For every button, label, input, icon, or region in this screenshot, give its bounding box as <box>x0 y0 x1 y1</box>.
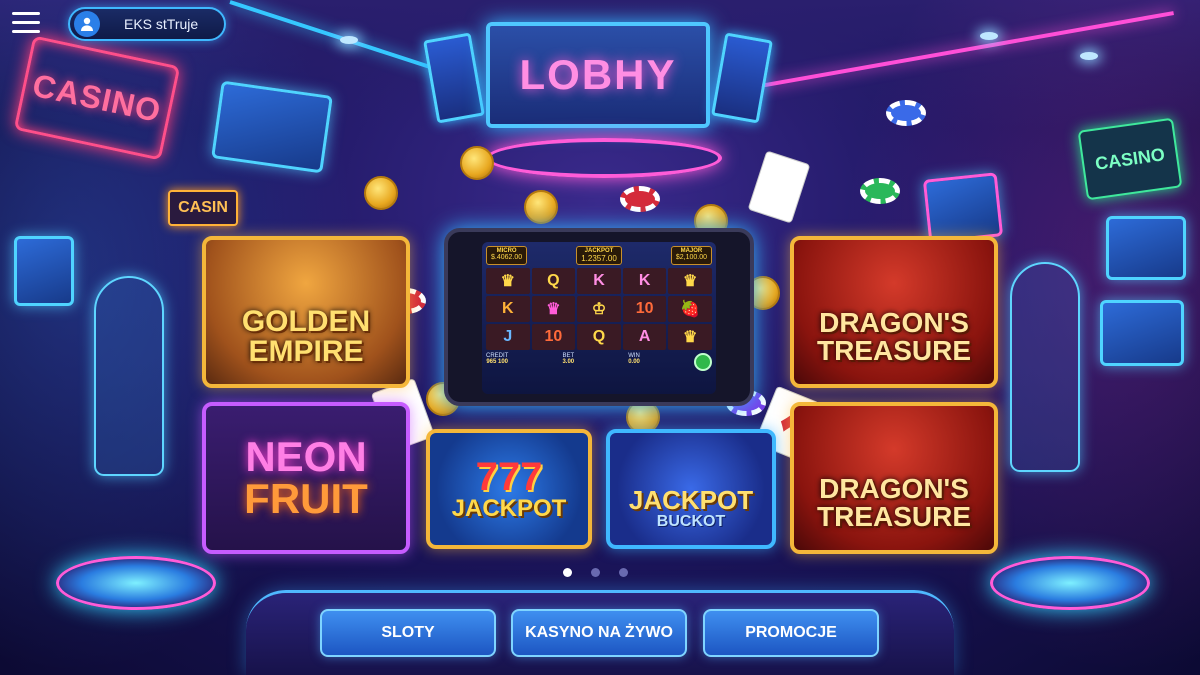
arcade-screen <box>1106 216 1186 280</box>
gold-coin <box>524 190 558 224</box>
user-avatar-icon <box>74 11 100 37</box>
nav-button-promotions[interactable]: PROMOCJE <box>703 609 879 657</box>
hologram-player-right <box>1010 262 1080 472</box>
spin-button <box>694 353 712 371</box>
reel-symbol: K <box>622 268 667 294</box>
reel-symbol: ♛ <box>486 268 530 294</box>
arcade-screen <box>1100 300 1184 366</box>
poker-chip <box>620 186 660 212</box>
reel-symbol: J <box>486 324 530 350</box>
reel-symbol: 10 <box>622 296 667 322</box>
page-dot[interactable] <box>591 568 600 577</box>
lobby-neon-ring <box>486 138 722 178</box>
game-title: NEON <box>245 433 367 480</box>
game-title-line2: FRUIT <box>244 475 368 522</box>
game-title: DRAGON'S TREASURE <box>816 473 971 532</box>
game-subtitle: BUCKOT <box>656 513 726 530</box>
win-readout: WIN 0.00 <box>628 353 640 365</box>
tablet-slot-preview[interactable]: MICRO $.4062.00 JACKPOT 1.2357.00 MAJOR $2,… <box>444 228 754 406</box>
poker-chip <box>886 100 926 126</box>
credit-readout: CREDIT 965 100 <box>486 353 509 365</box>
casin-sign: CASIN <box>168 190 238 226</box>
hologram-player-left <box>94 276 164 476</box>
ceiling-light <box>1080 52 1098 60</box>
reel-symbol: 10 <box>531 324 576 350</box>
ceiling-light <box>340 36 358 44</box>
reel-symbol: ♔ <box>577 296 621 322</box>
game-title: JACKPOT <box>451 495 567 522</box>
reel-symbol: 🍓 <box>668 296 712 322</box>
jackpot-main: JACKPOT 1.2357.00 <box>576 246 622 265</box>
slot-info-bar: CREDIT 965 100 BET 3.00 WIN 0.00 <box>486 353 712 371</box>
reel-symbol: ♛ <box>531 296 576 322</box>
slot-screen: MICRO $.4062.00 JACKPOT 1.2357.00 MAJOR $2,… <box>482 242 716 394</box>
reel-symbol: K <box>577 268 621 294</box>
username: EKS stTruje <box>124 16 199 32</box>
reel-symbol: ♛ <box>668 268 712 294</box>
game-tile-dragons-treasure-2[interactable]: DRAGON'S TREASURE <box>790 402 998 554</box>
user-profile-button[interactable]: EKS stTruje <box>68 7 226 41</box>
reel-symbol: Q <box>531 268 576 294</box>
arcade-screen <box>14 236 74 306</box>
game-title: GOLDEN EMPIRE <box>241 305 371 368</box>
hamburger-menu-icon[interactable] <box>12 12 40 34</box>
casino-sign-text: CASINO <box>29 66 165 129</box>
game-tile-jackpot-buckot[interactable]: JACKPOT BUCKOT <box>606 429 776 549</box>
casino-sign-right: CASINO <box>1077 117 1183 201</box>
game-777-number: 777 <box>475 455 543 499</box>
ceiling-light <box>980 32 998 40</box>
wall-monitor <box>211 80 333 174</box>
gold-coin <box>460 146 494 180</box>
casin-sign-text: CASIN <box>178 199 228 216</box>
reel-symbol: A <box>622 324 667 350</box>
game-tile-golden-empire[interactable]: GOLDEN EMPIRE <box>202 236 410 388</box>
poker-chip <box>860 178 900 204</box>
jackpot-major: MAJOR $2,100.00 <box>670 246 712 265</box>
nav-button-slots[interactable]: SLOTY <box>320 609 496 657</box>
reel-symbol: Q <box>577 324 621 350</box>
wall-monitor <box>922 172 1004 244</box>
ace-of-spades-card: ♠ <box>747 150 811 224</box>
jackpot-mini: MICRO $.4062.00 <box>486 246 528 265</box>
game-tile-dragons-treasure[interactable]: DRAGON'S TREASURE <box>790 236 998 388</box>
game-tile-neon-fruit[interactable]: NEON FRUIT <box>202 402 410 554</box>
casino-sign-right-text: CASINO <box>1093 143 1166 174</box>
game-title: JACKPOT <box>628 485 754 515</box>
page-dot[interactable] <box>619 568 628 577</box>
hologram-pedestal <box>56 556 216 610</box>
game-tile-777-jackpot[interactable]: 777 JACKPOT <box>426 429 592 549</box>
gold-coin <box>364 176 398 210</box>
reel-symbol: ♛ <box>668 324 712 350</box>
reel-symbol: K <box>486 296 530 322</box>
bet-readout: BET 3.00 <box>562 353 575 365</box>
hologram-pedestal <box>990 556 1150 610</box>
lobby-sign: LOBHY <box>486 22 710 128</box>
carousel-pagination <box>563 568 628 577</box>
slot-reels: ♛ Q K K ♛ K ♛ ♔ 10 🍓 J 10 Q A ♛ <box>486 268 712 350</box>
page-dot[interactable] <box>563 568 572 577</box>
nav-button-live-casino[interactable]: KASYNO NA ŻYWO <box>511 609 687 657</box>
lobby-sign-text: LOBHY <box>519 51 677 98</box>
game-title: DRAGON'S TREASURE <box>816 307 971 366</box>
jackpot-row: MICRO $.4062.00 JACKPOT 1.2357.00 MAJOR $2,… <box>486 246 712 265</box>
